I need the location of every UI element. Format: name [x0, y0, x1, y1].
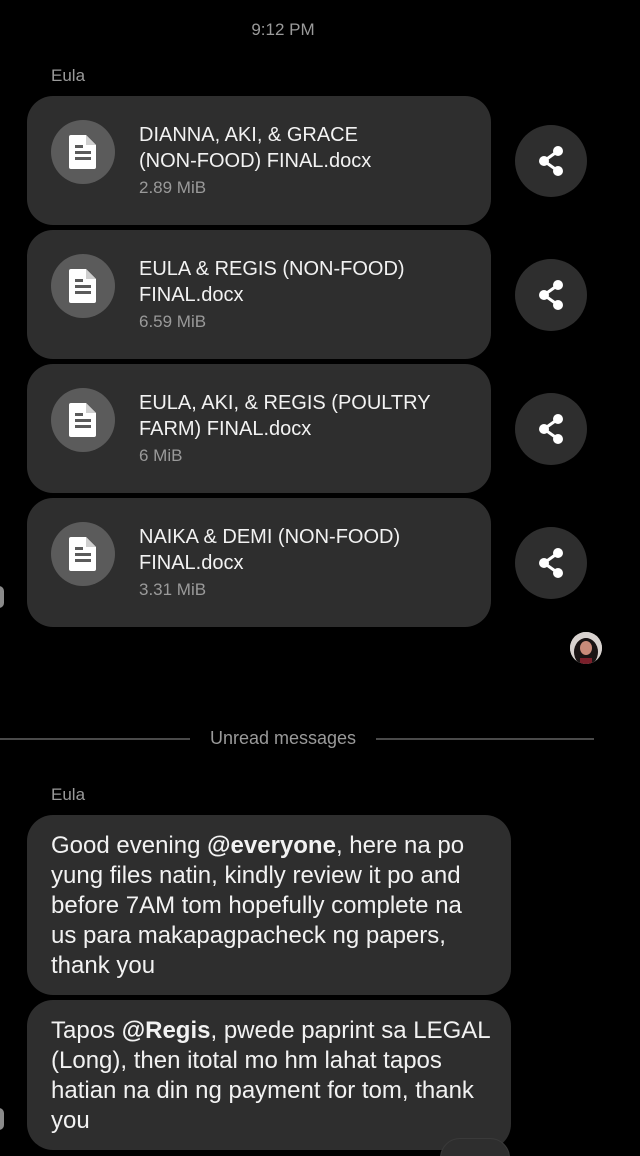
share-button[interactable] — [515, 259, 587, 331]
mention-regis[interactable]: @Regis — [122, 1017, 211, 1044]
share-icon — [539, 280, 563, 310]
share-button[interactable] — [515, 125, 587, 197]
mention-everyone[interactable]: @everyone — [207, 832, 336, 859]
document-icon — [51, 388, 115, 452]
file-size: 2.89 MiB — [139, 178, 207, 197]
file-size: 3.31 MiB — [139, 580, 207, 599]
sender-name: Eula — [51, 66, 86, 85]
sender-avatar-edge — [0, 1108, 4, 1130]
file-name: DIANNA, AKI, & GRACE (NON-FOOD) FINAL.do… — [139, 124, 372, 172]
chat-screen: 9:12 PM Eula DIANNA, AKI, & GRACE (NON-F… — [0, 0, 640, 1156]
message-timestamp: 9:12 PM — [251, 20, 315, 39]
file-name: EULA & REGIS (NON-FOOD) FINAL.docx — [139, 258, 405, 306]
file-name: NAIKA & DEMI (NON-FOOD) FINAL.docx — [139, 526, 401, 574]
divider-line-left — [0, 738, 190, 740]
share-icon — [539, 414, 563, 444]
divider-line-right — [376, 738, 594, 740]
file-size: 6.59 MiB — [139, 312, 207, 331]
sender-avatar-edge — [0, 586, 4, 608]
file-attachment[interactable]: DIANNA, AKI, & GRACE (NON-FOOD) FINAL.do… — [27, 96, 491, 225]
unread-divider: Unread messages — [209, 728, 357, 748]
sender-name: Eula — [51, 785, 86, 804]
document-icon — [51, 120, 115, 184]
file-attachment[interactable]: NAIKA & DEMI (NON-FOOD) FINAL.docx 3.31 … — [27, 498, 491, 627]
document-icon — [51, 522, 115, 586]
message-bubble[interactable]: Tapos @Regis, pwede paprint sa LEGAL (Lo… — [27, 1000, 511, 1150]
share-icon — [539, 548, 563, 578]
share-button[interactable] — [515, 527, 587, 599]
file-attachment[interactable]: EULA, AKI, & REGIS (POULTRY FARM) FINAL.… — [27, 364, 491, 493]
reaction-button[interactable] — [440, 1138, 510, 1156]
read-receipt-avatar[interactable] — [570, 632, 602, 664]
file-attachment[interactable]: EULA & REGIS (NON-FOOD) FINAL.docx 6.59 … — [27, 230, 491, 359]
document-icon — [51, 254, 115, 318]
file-size: 6 MiB — [139, 446, 183, 465]
message-bubble[interactable]: Good evening @everyone, here na po yung … — [27, 815, 511, 995]
share-button[interactable] — [515, 393, 587, 465]
share-icon — [539, 146, 563, 176]
file-name: EULA, AKI, & REGIS (POULTRY FARM) FINAL.… — [139, 392, 431, 440]
